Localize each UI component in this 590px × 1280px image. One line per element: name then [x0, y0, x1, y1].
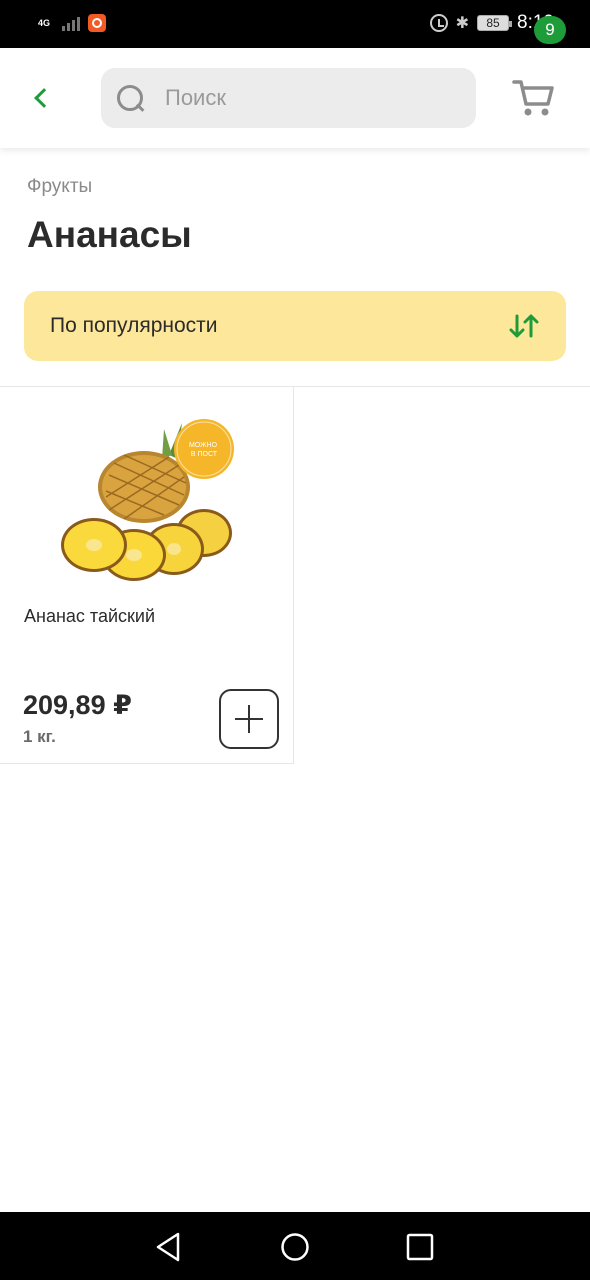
search-icon [115, 83, 145, 113]
product-name[interactable]: Ананас тайский [24, 606, 155, 627]
breadcrumb[interactable]: Фрукты [27, 176, 92, 198]
cart-button[interactable] [512, 78, 556, 118]
product-unit: 1 кг. [23, 727, 56, 746]
top-header [0, 48, 590, 148]
chevron-left-icon [34, 88, 54, 108]
nav-back-icon[interactable] [152, 1230, 186, 1264]
add-to-cart-button[interactable] [219, 689, 279, 749]
search-input[interactable] [165, 85, 445, 111]
network-indicator: 4G [38, 17, 51, 28]
status-left: 4G [38, 14, 106, 32]
status-bar: 4G ✱ 85 8:19 [0, 0, 590, 48]
nav-home-icon[interactable] [278, 1230, 312, 1264]
search-bar[interactable] [101, 68, 476, 128]
battery-icon: 85 [477, 15, 513, 31]
bluetooth-icon: ✱ [455, 15, 470, 32]
product-price: 209,89 ₽ [23, 690, 132, 720]
sort-label: По популярности [50, 314, 218, 337]
product-image[interactable]: МОЖНО В ПОСТ [54, 415, 240, 581]
cart-icon [512, 80, 554, 116]
cart-count-badge: 9 [534, 16, 566, 44]
page-title: Ананасы [27, 214, 192, 255]
signal-icon [62, 15, 80, 31]
back-button[interactable] [26, 80, 56, 116]
app-notification-icon [88, 14, 106, 32]
sort-arrows-icon [509, 314, 539, 338]
sort-selector[interactable]: По популярности [24, 291, 566, 361]
post-badge-icon [174, 419, 234, 479]
nav-recents-icon[interactable] [403, 1230, 437, 1264]
alarm-icon [429, 14, 448, 32]
system-nav-bar [0, 1212, 590, 1280]
product-card[interactable]: МОЖНО В ПОСТ Ананас тайский 209,89 ₽ 1 к… [0, 387, 294, 764]
